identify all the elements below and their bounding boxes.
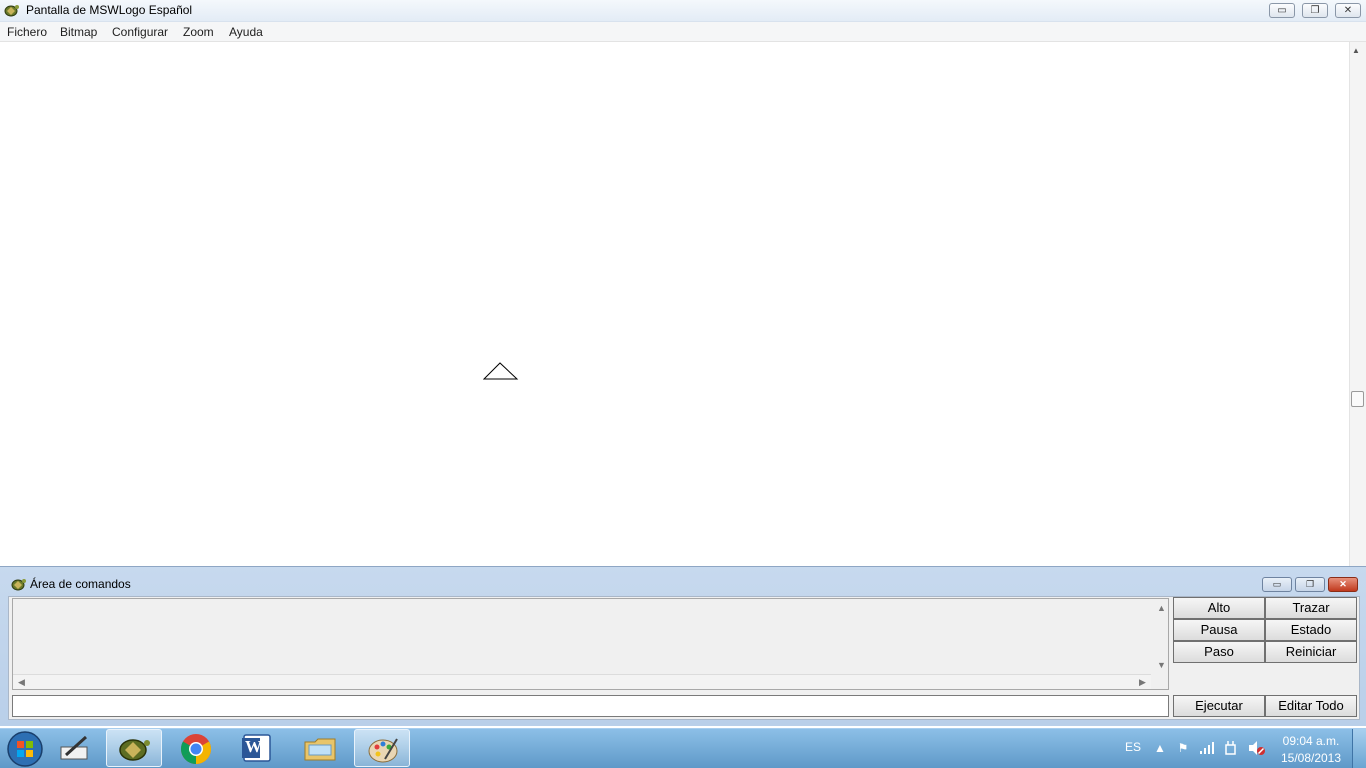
close-icon: ✕: [1343, 5, 1353, 16]
menu-configurar[interactable]: Configurar: [112, 25, 168, 39]
minimize-icon: ▭: [1277, 5, 1287, 16]
restore-button[interactable]: ❐: [1302, 3, 1328, 18]
command-area-title: Área de comandos: [30, 577, 131, 591]
taskbar-pen-tablet[interactable]: [48, 729, 104, 767]
restore-icon: ❐: [1305, 579, 1315, 589]
taskbar-file-explorer[interactable]: [292, 729, 348, 767]
command-area-close-button[interactable]: ✕: [1328, 577, 1358, 592]
alto-button[interactable]: Alto: [1173, 597, 1265, 619]
pen-tablet-icon: [60, 735, 88, 760]
estado-button[interactable]: Estado: [1265, 619, 1357, 641]
editar-todo-button[interactable]: Editar Todo: [1265, 695, 1357, 717]
power-plug-icon[interactable]: [1223, 740, 1239, 756]
action-center-flag-icon[interactable]: ⚑: [1176, 741, 1190, 755]
taskbar-word[interactable]: W: [229, 729, 285, 767]
paint-icon: [368, 738, 398, 763]
show-desktop-button[interactable]: [1352, 729, 1366, 768]
ejecutar-button[interactable]: Ejecutar: [1173, 695, 1265, 717]
show-hidden-icons-icon[interactable]: ▲: [1153, 741, 1167, 755]
history-scroll-up-icon[interactable]: ▲: [1157, 603, 1166, 613]
window-title: Pantalla de MSWLogo Español: [26, 3, 193, 17]
taskbar-mswlogo[interactable]: [106, 729, 162, 767]
drawing-canvas[interactable]: [0, 42, 1349, 566]
menu-bar: Fichero Bitmap Configurar Zoom Ayuda: [0, 22, 1366, 42]
command-input[interactable]: [12, 695, 1169, 717]
mswlogo-turtle-icon: [4, 5, 19, 17]
close-button[interactable]: ✕: [1335, 3, 1361, 18]
paso-button[interactable]: Paso: [1173, 641, 1265, 663]
history-scroll-down-icon[interactable]: ▼: [1157, 660, 1166, 670]
command-area-minimize-button[interactable]: ▭: [1262, 577, 1292, 592]
word-letter: W: [245, 737, 262, 756]
file-explorer-icon: [304, 738, 336, 761]
history-scroll-left-icon[interactable]: ◀: [18, 677, 25, 688]
trazar-button[interactable]: Trazar: [1265, 597, 1357, 619]
menu-fichero[interactable]: Fichero: [7, 25, 47, 39]
volume-muted-icon[interactable]: [1248, 740, 1266, 756]
language-indicator[interactable]: ES: [1125, 740, 1141, 754]
taskbar-paint[interactable]: [354, 729, 410, 767]
chrome-icon: [180, 734, 212, 764]
canvas-vertical-scrollbar[interactable]: [1349, 42, 1366, 566]
scrollbar-thumb[interactable]: [1351, 391, 1364, 407]
minimize-button[interactable]: ▭: [1269, 3, 1295, 18]
turtle-triangle-icon: [483, 362, 519, 380]
mswlogo-turtle-icon: [119, 739, 150, 761]
menu-bitmap[interactable]: Bitmap: [60, 25, 97, 39]
pausa-button[interactable]: Pausa: [1173, 619, 1265, 641]
close-icon: ✕: [1339, 579, 1347, 589]
command-area-turtle-icon: [11, 579, 26, 591]
reiniciar-button[interactable]: Reiniciar: [1265, 641, 1357, 663]
minimize-icon: ▭: [1272, 579, 1282, 589]
menu-zoom[interactable]: Zoom: [183, 25, 214, 39]
clock-date[interactable]: 15/08/2013: [1276, 751, 1346, 765]
scroll-up-arrow-icon[interactable]: ▲: [1352, 46, 1360, 55]
main-title-bar[interactable]: Pantalla de MSWLogo Español ▭ ❐ ✕: [0, 0, 1366, 22]
restore-icon: ❐: [1310, 5, 1320, 16]
history-scroll-right-icon[interactable]: ▶: [1139, 677, 1146, 688]
history-horizontal-scrollbar[interactable]: [13, 674, 1151, 689]
start-orb-icon[interactable]: [6, 730, 44, 768]
taskbar-chrome[interactable]: [168, 729, 224, 767]
clock-time[interactable]: 09:04 a.m.: [1276, 734, 1346, 748]
menu-ayuda[interactable]: Ayuda: [229, 25, 263, 39]
network-signal-icon[interactable]: [1199, 741, 1215, 755]
command-area-restore-button[interactable]: ❐: [1295, 577, 1325, 592]
